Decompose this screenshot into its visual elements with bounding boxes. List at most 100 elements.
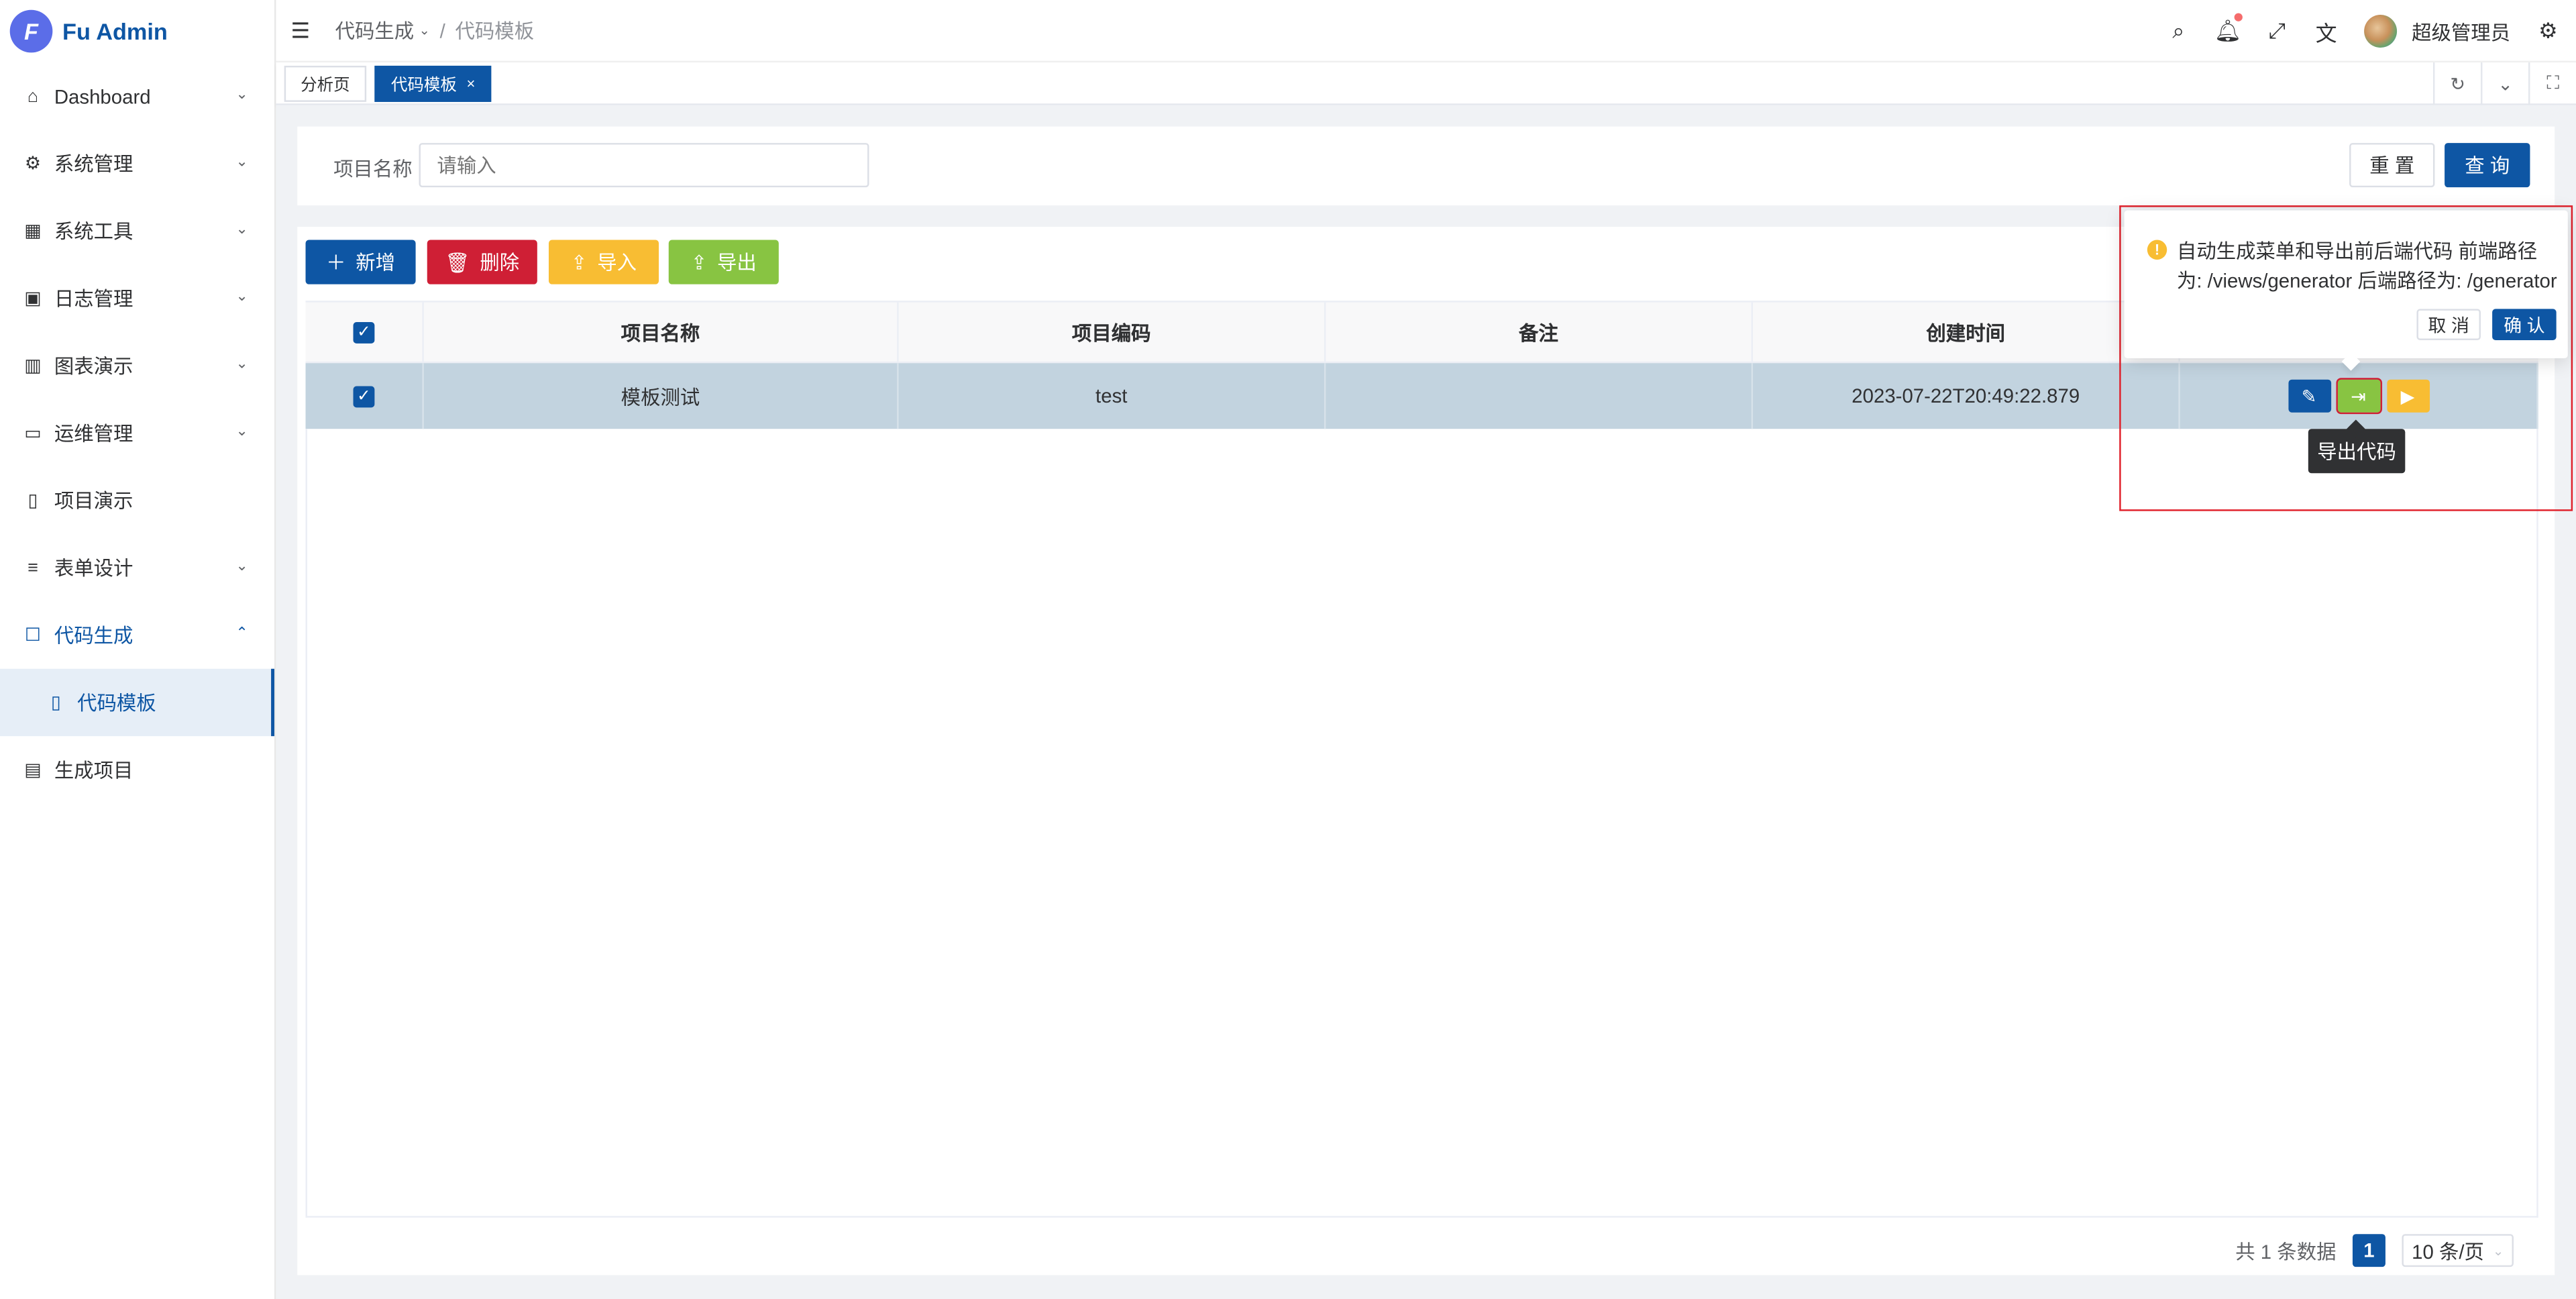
cell-remark xyxy=(1326,363,1754,429)
monitor-icon: ▭ xyxy=(24,423,42,444)
app-title: Fu Admin xyxy=(62,17,168,45)
sidebar-item-label: Dashboard xyxy=(54,85,151,108)
sidebar-item-dashboard[interactable]: ⌂ Dashboard ⌄ xyxy=(0,62,274,129)
top-header: ☰ 代码生成 ⌄ / 代码模板 ⌕ 🔔︎ ⤢ 文 超级管理员 ⚙ xyxy=(276,0,2576,63)
sidebar-item-label: 代码模板 xyxy=(77,692,156,715)
search-form: 项目名称 重 置 查 询 xyxy=(297,126,2555,206)
query-button[interactable]: 查 询 xyxy=(2445,143,2530,188)
header-checkbox-cell: ✓ xyxy=(306,302,424,362)
home-icon: ⌂ xyxy=(27,86,39,106)
table-body-empty xyxy=(305,429,2538,1218)
project-name-input[interactable] xyxy=(419,143,869,188)
sidebar-item-form-design[interactable]: ≡ 表单设计 ⌄ xyxy=(0,534,274,601)
cell-project-code: test xyxy=(899,363,1326,429)
sidebar-item-codegen[interactable]: ☐ 代码生成 ⌃ xyxy=(0,601,274,668)
close-icon[interactable]: × xyxy=(467,74,476,91)
chevron-down-icon: ⌄ xyxy=(235,287,248,305)
tab-label: 代码模板 xyxy=(390,77,457,96)
column-header: 项目编码 xyxy=(899,302,1326,362)
confirm-button[interactable]: 确 认 xyxy=(2492,309,2557,340)
add-button-label: 新增 xyxy=(356,251,396,274)
chevron-down-icon[interactable]: ⌄ xyxy=(2480,62,2528,105)
chevron-down-icon: ⌄ xyxy=(235,422,248,439)
tab-label: 分析页 xyxy=(301,77,350,96)
menu-fold-icon[interactable]: ☰ xyxy=(290,17,313,44)
page-size-value: 10 条/页 xyxy=(2412,1239,2484,1263)
file-icon: ▯ xyxy=(28,491,38,511)
sidebar-item-label: 系统管理 xyxy=(54,152,133,176)
row-checkbox[interactable]: ✓ xyxy=(353,385,375,407)
page-number[interactable]: 1 xyxy=(2352,1234,2385,1267)
sidebar-item-label: 表单设计 xyxy=(54,557,133,580)
upload-icon: ⇪ xyxy=(570,250,588,274)
column-header: 创建时间 xyxy=(1753,302,2180,362)
chevron-down-icon: ⌄ xyxy=(235,354,248,372)
sidebar-item-label: 系统工具 xyxy=(54,220,133,244)
refresh-icon[interactable]: ↻ xyxy=(2432,62,2481,105)
breadcrumb-item-codegen[interactable]: 代码生成 xyxy=(335,16,415,44)
add-button[interactable]: ＋ 新增 xyxy=(305,240,416,284)
gear-icon[interactable]: ⚙ xyxy=(2536,18,2559,43)
sidebar-item-label: 代码生成 xyxy=(54,624,133,647)
chevron-down-icon: ⌄ xyxy=(235,557,248,574)
breadcrumb: 代码生成 ⌄ / 代码模板 xyxy=(335,16,535,44)
fullscreen-icon[interactable]: ⤢ xyxy=(2265,18,2288,43)
sidebar-item-system[interactable]: ⚙ 系统管理 ⌄ xyxy=(0,129,274,197)
chevron-down-icon: ⌄ xyxy=(419,23,430,38)
delete-button[interactable]: 🗑︎ 删除 xyxy=(427,240,537,284)
cloud-upload-icon: ⇪ xyxy=(690,250,708,274)
translate-icon[interactable]: 文 xyxy=(2315,19,2338,46)
grid-icon: ▦ xyxy=(24,221,42,242)
bar-chart-icon: ▥ xyxy=(24,356,42,376)
sidebar: F Fu Admin ⌂ Dashboard ⌄ ⚙ 系统管理 ⌄ ▦ 系统工具… xyxy=(0,0,276,1299)
tab-analysis[interactable]: 分析页 xyxy=(284,64,367,101)
search-label: 项目名称 xyxy=(333,158,413,181)
tabs-bar: 分析页 代码模板 × ↻ ⌄ ⛶ xyxy=(276,62,2576,105)
delete-button-label: 删除 xyxy=(480,251,520,274)
sidebar-menu: ⌂ Dashboard ⌄ ⚙ 系统管理 ⌄ ▦ 系统工具 ⌄ ▣ 日志管理 ⌄… xyxy=(0,62,274,803)
chevron-up-icon: ⌃ xyxy=(235,624,248,641)
sidebar-item-label: 图表演示 xyxy=(54,354,133,378)
sidebar-item-label: 生成项目 xyxy=(54,759,133,782)
tab-code-template[interactable]: 代码模板 × xyxy=(374,64,492,101)
header-actions: ⌕ 🔔︎ ⤢ 文 超级管理员 ⚙ xyxy=(2141,0,2560,62)
popconfirm: ! 自动生成菜单和导出前后端代码 前端路径为: /views/generator… xyxy=(2124,210,2568,371)
sidebar-item-ops[interactable]: ▭ 运维管理 ⌄ xyxy=(0,399,274,466)
sidebar-item-label: 日志管理 xyxy=(54,287,133,311)
sidebar-item-gen-project[interactable]: ▤ 生成项目 xyxy=(0,736,274,803)
select-all-checkbox[interactable]: ✓ xyxy=(353,321,375,343)
row-checkbox-cell: ✓ xyxy=(306,363,424,429)
column-header: 项目名称 xyxy=(424,302,899,362)
bell-icon[interactable]: 🔔︎ xyxy=(2214,13,2243,43)
sidebar-item-charts[interactable]: ▥ 图表演示 ⌄ xyxy=(0,332,274,399)
cancel-button[interactable]: 取 消 xyxy=(2416,309,2481,340)
import-button[interactable]: ⇪ 导入 xyxy=(548,240,659,284)
sidebar-item-code-template[interactable]: ▯ 代码模板 xyxy=(0,668,274,737)
page-size-select[interactable]: 10 条/页 ⌄ xyxy=(2402,1234,2514,1267)
column-header: 备注 xyxy=(1326,302,1754,362)
export-button[interactable]: ⇪ 导出 xyxy=(668,240,779,284)
list-icon: ≡ xyxy=(28,558,38,578)
sidebar-item-project-demo[interactable]: ▯ 项目演示 xyxy=(0,467,274,534)
tooltip: 导出代码 xyxy=(2308,429,2406,474)
reset-button[interactable]: 重 置 xyxy=(2349,143,2435,188)
logo[interactable]: F Fu Admin xyxy=(0,0,274,62)
cell-project-name: 模板测试 xyxy=(424,363,899,429)
chevron-down-icon: ⌄ xyxy=(2492,1243,2504,1258)
plus-icon: ＋ xyxy=(326,251,346,274)
avatar[interactable] xyxy=(2364,15,2398,48)
chevron-down-icon: ⌄ xyxy=(235,152,248,170)
terminal-icon: ▣ xyxy=(24,289,42,309)
maximize-icon[interactable]: ⛶ xyxy=(2528,62,2576,105)
sidebar-item-tools[interactable]: ▦ 系统工具 ⌄ xyxy=(0,197,274,264)
search-icon[interactable]: ⌕ xyxy=(2167,18,2190,43)
document-icon: ▯ xyxy=(50,693,61,713)
sidebar-item-logs[interactable]: ▣ 日志管理 ⌄ xyxy=(0,264,274,331)
breadcrumb-separator: / xyxy=(439,19,445,42)
username[interactable]: 超级管理员 xyxy=(2412,17,2510,46)
sidebar-item-label: 运维管理 xyxy=(54,422,133,446)
tab-tools: ↻ ⌄ ⛶ xyxy=(2432,62,2576,105)
export-button-label: 导出 xyxy=(717,251,757,274)
sidebar-item-label: 项目演示 xyxy=(54,489,133,513)
logo-icon: F xyxy=(9,9,53,53)
